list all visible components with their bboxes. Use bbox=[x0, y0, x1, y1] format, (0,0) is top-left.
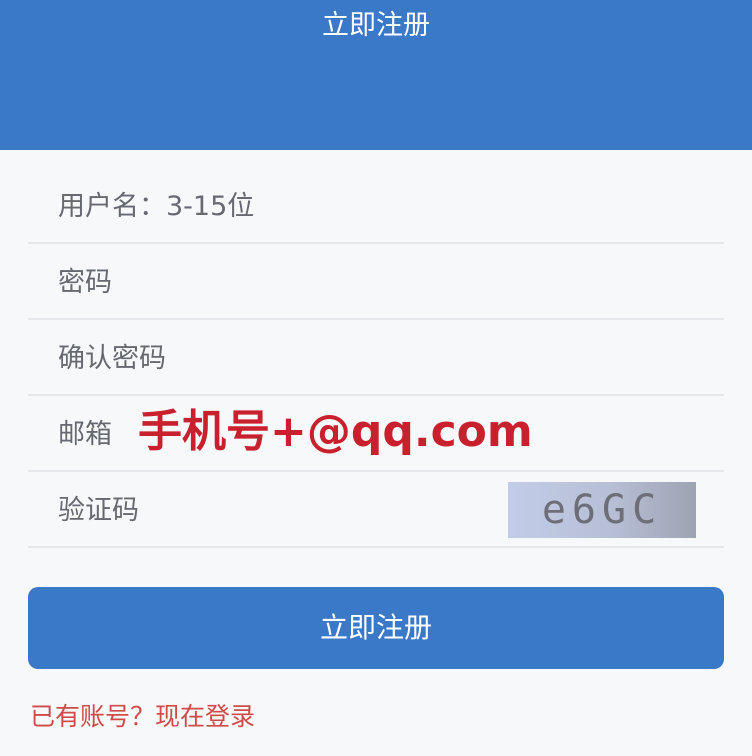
captcha-input[interactable] bbox=[58, 490, 478, 530]
password-input[interactable] bbox=[58, 262, 518, 302]
captcha-code: e6GC bbox=[541, 487, 663, 533]
username-row bbox=[28, 168, 724, 244]
register-form: 手机号+@qq.com e6GC bbox=[28, 168, 724, 548]
email-input[interactable] bbox=[58, 414, 138, 454]
email-hint-overlay: 手机号+@qq.com bbox=[138, 406, 533, 457]
confirm-password-input[interactable] bbox=[58, 338, 518, 378]
confirm-password-row bbox=[28, 320, 724, 396]
login-link[interactable]: 已有账号？现在登录 bbox=[30, 700, 255, 734]
register-button[interactable]: 立即注册 bbox=[28, 587, 724, 669]
captcha-image[interactable]: e6GC bbox=[508, 482, 696, 538]
email-row: 手机号+@qq.com bbox=[28, 396, 724, 472]
captcha-row: e6GC bbox=[28, 472, 724, 548]
header-bar: 立即注册 bbox=[0, 0, 752, 150]
page-title: 立即注册 bbox=[322, 10, 430, 41]
password-row bbox=[28, 244, 724, 320]
username-input[interactable] bbox=[58, 186, 518, 226]
